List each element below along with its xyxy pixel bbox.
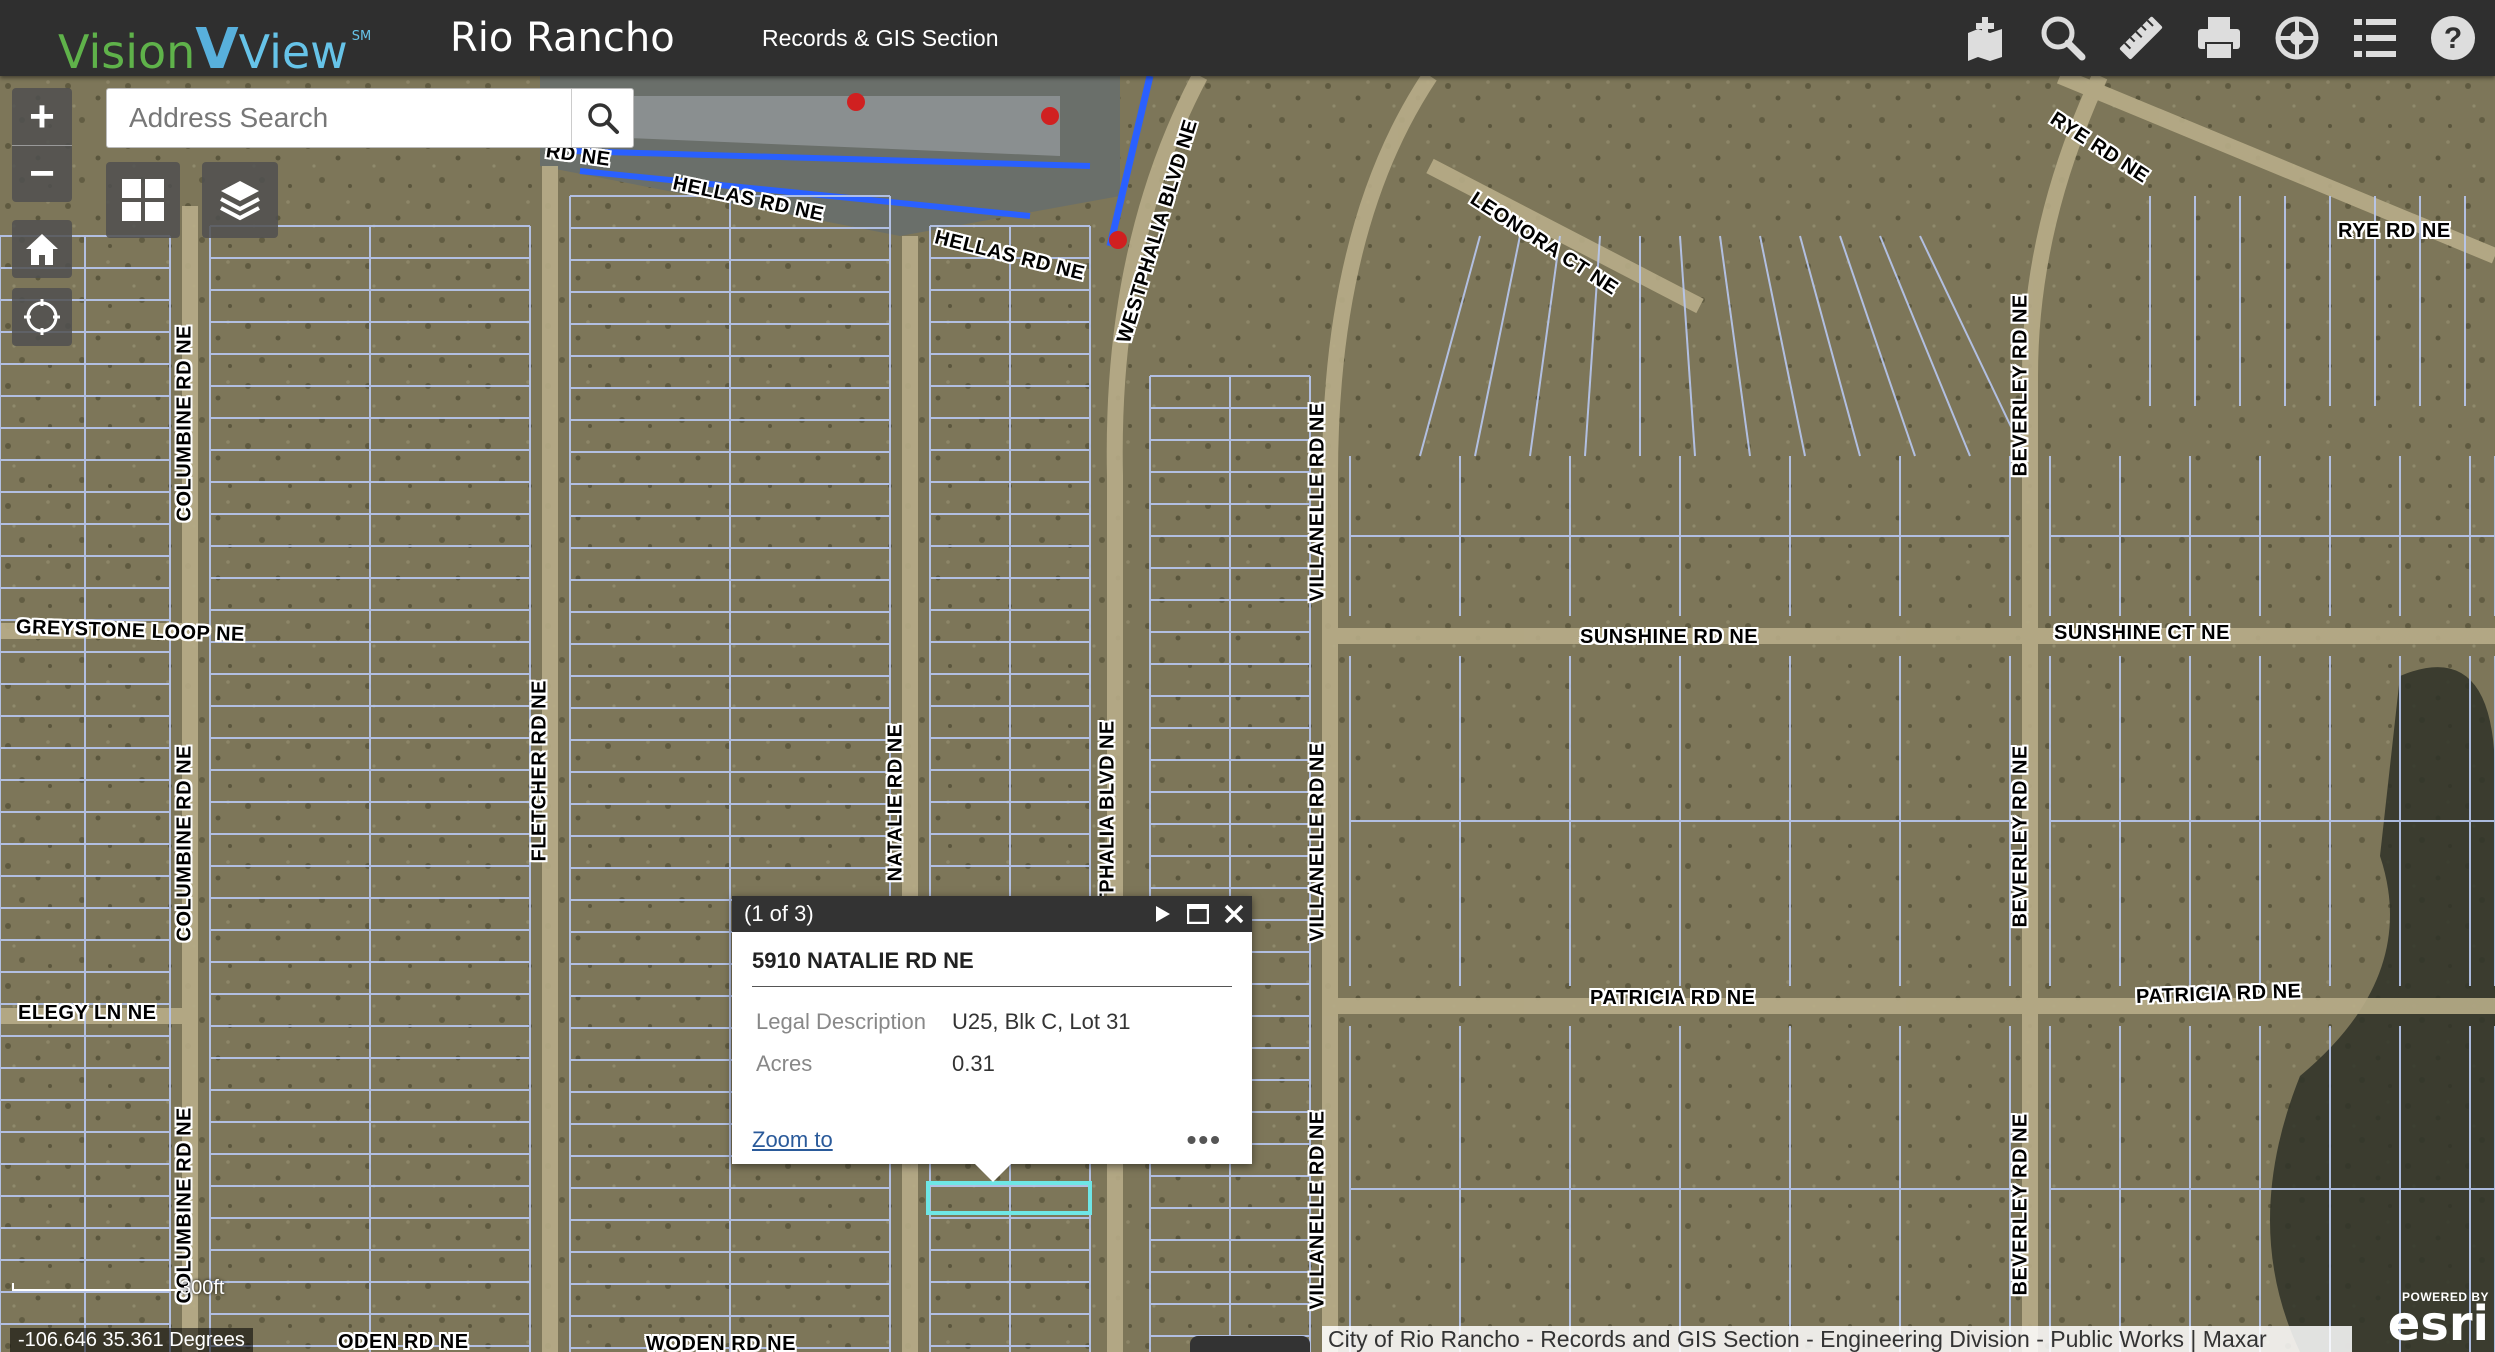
road-label: BEVERLEY RD NE	[2009, 745, 2032, 928]
road-label: VILLANELLE RD NE	[1306, 742, 1329, 942]
logo-sm: SM	[351, 29, 372, 44]
svg-text:?: ?	[2444, 22, 2462, 55]
address-search-button[interactable]	[571, 89, 633, 147]
search-icon	[587, 103, 619, 134]
road-label: NATALIE RD NE	[884, 723, 907, 882]
section-title: Records & GIS Section	[762, 25, 999, 51]
scale-label: 300ft	[180, 1277, 225, 1299]
popup-feature-count: (1 of 3)	[744, 901, 814, 926]
add-feature-button[interactable]	[1955, 8, 2015, 68]
popup-more-button[interactable]: •••	[1187, 1124, 1222, 1156]
popup-title: 5910 NATALIE RD NE	[752, 948, 1232, 987]
road-label: SUNSHINE CT NE	[2054, 622, 2230, 644]
zoom-control: + −	[12, 88, 72, 202]
city-title: Rio Rancho	[450, 15, 675, 61]
maximize-icon	[1187, 904, 1209, 924]
basemap-gallery-icon	[2275, 16, 2319, 60]
home-icon	[26, 234, 58, 265]
scale-bar: 300ft	[12, 1277, 224, 1299]
logo-v-mark: V	[195, 17, 239, 82]
play-next-icon	[1156, 906, 1170, 922]
road-label: TPHALIA BLVD NE	[1096, 720, 1119, 906]
zoom-to-link[interactable]: Zoom to	[752, 1127, 833, 1153]
vision-view-logo: VisionVView SM	[58, 4, 372, 82]
attribute-value: 0.31	[952, 1051, 995, 1076]
attribute-key: Legal Description	[756, 1009, 926, 1034]
bottom-panel-tab[interactable]	[1190, 1336, 1310, 1352]
zoom-out-button[interactable]: −	[12, 145, 72, 202]
feature-popup: (1 of 3) 5910 NATALIE RD NE Legal Descri…	[732, 896, 1252, 1164]
popup-header: (1 of 3)	[732, 896, 1252, 932]
add-feature-icon	[1968, 17, 2002, 61]
esri-logo: POWERED BY esri	[2387, 1290, 2489, 1352]
layer-list-button[interactable]	[202, 162, 278, 238]
help-icon: ?	[2431, 16, 2475, 60]
basemap-toggle-button[interactable]	[106, 162, 180, 238]
locate-icon	[24, 299, 60, 335]
legend-icon	[2354, 19, 2396, 57]
basemap-gallery-button[interactable]	[2267, 8, 2327, 68]
road-label: PATRICIA RD NE	[1590, 987, 1756, 1009]
measure-button[interactable]	[2111, 8, 2171, 68]
esri-brand: esri	[2387, 1296, 2489, 1352]
road-label: ELEGY LN NE	[18, 1002, 157, 1024]
print-icon	[2198, 17, 2240, 60]
road-label: COLUMBINE RD NE	[173, 1107, 196, 1304]
logo-word-view: View	[238, 25, 348, 79]
scale-bar-line	[12, 1283, 192, 1291]
measure-icon	[2119, 16, 2163, 60]
print-button[interactable]	[2189, 8, 2249, 68]
popup-attribute-row: Acres 0.31	[752, 1043, 1232, 1085]
road-label: BEVERLEY RD NE	[2009, 1113, 2032, 1296]
popup-footer: Zoom to •••	[752, 1124, 1222, 1156]
popup-pointer	[975, 1164, 1011, 1182]
road-label: BEVERLEY RD NE	[2009, 294, 2032, 477]
app-root: VisionVView SM Rio Rancho Records & GIS S…	[0, 0, 2495, 1352]
road-label: COLUMBINE RD NE	[173, 745, 196, 942]
search-tool-button[interactable]	[2033, 8, 2093, 68]
popup-next-button[interactable]	[1144, 896, 1180, 932]
address-search	[106, 88, 634, 148]
layers-icon	[220, 181, 260, 221]
popup-maximize-button[interactable]	[1180, 896, 1216, 932]
attribute-value: U25, Blk C, Lot 31	[952, 1009, 1131, 1034]
road-label: VILLANELLE RD NE	[1306, 402, 1329, 602]
close-icon	[1224, 904, 1244, 924]
search-icon	[2041, 16, 2086, 61]
zoom-in-button[interactable]: +	[12, 88, 72, 145]
address-search-input[interactable]	[107, 89, 571, 147]
grid-icon	[122, 179, 164, 221]
road-label: COLUMBINE RD NE	[173, 325, 196, 522]
app-header: VisionVView SM Rio Rancho Records & GIS S…	[0, 0, 2495, 82]
header-toolbar: ?	[1955, 8, 2483, 68]
map-attribution: City of Rio Rancho - Records and GIS Sec…	[1322, 1326, 2352, 1352]
road-label: SUNSHINE RD NE	[1580, 626, 1759, 648]
legend-button[interactable]	[2345, 8, 2405, 68]
logo-word-vision: Vision	[58, 25, 196, 79]
help-button[interactable]: ?	[2423, 8, 2483, 68]
popup-attribute-row: Legal Description U25, Blk C, Lot 31	[752, 1001, 1232, 1043]
road-label: WODEN RD NE	[646, 1333, 796, 1352]
locate-button[interactable]	[12, 288, 72, 346]
popup-body: 5910 NATALIE RD NE Legal Description U25…	[732, 932, 1252, 1085]
attribute-key: Acres	[756, 1051, 813, 1076]
road-label: RYE RD NE	[2338, 220, 2451, 242]
popup-close-button[interactable]	[1216, 896, 1252, 932]
road-label: ODEN RD NE	[338, 1331, 469, 1352]
home-button[interactable]	[12, 220, 72, 278]
road-label: VILLANELLE RD NE	[1306, 1110, 1329, 1310]
coordinate-readout: -106.646 35.361 Degrees	[10, 1328, 253, 1352]
road-label: FLETCHER RD NE	[528, 680, 551, 862]
